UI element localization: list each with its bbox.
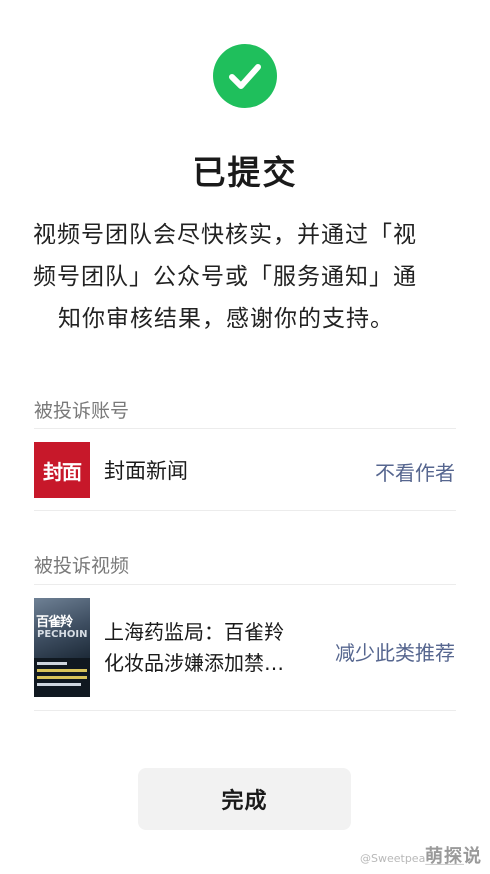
- page-title: 已提交: [192, 153, 298, 192]
- check-circle-icon: [213, 44, 277, 108]
- divider: [34, 428, 456, 429]
- video-title-line: 上海药监局：百雀羚: [104, 620, 284, 644]
- divider: [34, 584, 456, 585]
- watermark-brand: 萌探说: [425, 846, 482, 867]
- thumbnail-subtext: PECHOIN: [37, 629, 88, 640]
- message-line: 知你审核结果，感谢你的支持。: [58, 306, 394, 332]
- account-avatar: 封面: [34, 442, 90, 498]
- reported-video-label: 被投诉视频: [34, 555, 130, 577]
- divider: [34, 710, 456, 711]
- message-line: 频号团队」公众号或「服务通知」通: [33, 264, 417, 290]
- account-name: 封面新闻: [104, 459, 188, 483]
- divider: [34, 510, 456, 511]
- thumbnail-caption-lines: [37, 662, 87, 690]
- video-title: 上海药监局：百雀羚 化妆品涉嫌添加禁…: [104, 617, 304, 679]
- unfollow-author-button[interactable]: 不看作者: [375, 457, 455, 486]
- reduce-similar-button[interactable]: 减少此类推荐: [335, 637, 455, 666]
- reported-account-label: 被投诉账号: [34, 400, 130, 422]
- video-title-line: 化妆品涉嫌添加禁…: [104, 651, 284, 675]
- thumbnail-headline: 百雀羚: [36, 615, 73, 630]
- message-line: 视频号团队会尽快核实，并通过「视: [33, 222, 417, 248]
- video-thumbnail: 百雀羚 PECHOIN: [34, 598, 90, 697]
- confirmation-message: 视频号团队会尽快核实，并通过「视 频号团队」公众号或「服务通知」通 知你审核结果…: [33, 214, 453, 340]
- done-button[interactable]: 完成: [138, 768, 351, 830]
